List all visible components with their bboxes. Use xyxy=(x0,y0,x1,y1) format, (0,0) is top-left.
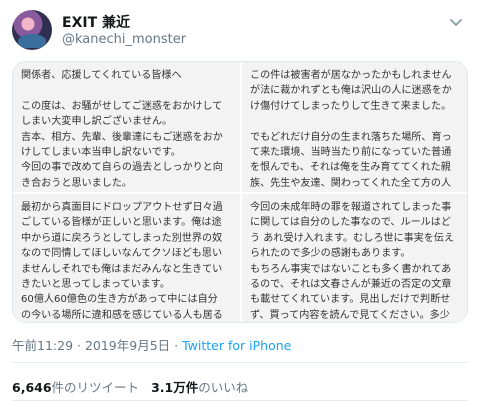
retweet-label: 件のリツイート xyxy=(51,380,140,395)
tweet-header: EXIT 兼近 @kanechi_monster xyxy=(0,0,480,60)
tweet-source-link[interactable]: Twitter for iPhone xyxy=(182,338,291,353)
image-panel-bottom-right[interactable]: 今回の未成年時の罪を報道されてしまった事 に関しては自分のした事なので、ルールは… xyxy=(242,194,467,322)
display-name[interactable]: EXIT 兼近 xyxy=(62,12,130,32)
meta-separator: · xyxy=(174,338,183,353)
tweet-image-grid[interactable]: 関係者、応援してくれている皆様へ この度は、お騒がせしてご迷惑をおかけして しま… xyxy=(12,61,468,323)
retweet-stat[interactable]: 6,646件のリツイート xyxy=(12,380,139,395)
divider xyxy=(12,362,468,363)
like-stat[interactable]: 3.1万件のいいね xyxy=(151,380,248,395)
like-count: 3.1万件 xyxy=(151,380,199,395)
retweet-count: 6,646 xyxy=(12,380,52,395)
image-panel-top-left[interactable]: 関係者、応援してくれている皆様へ この度は、お騒がせしてご迷惑をおかけして しま… xyxy=(13,62,240,192)
tweet-metadata: 午前11:29 · 2019年9月5日 · Twitter for iPhone xyxy=(12,335,291,354)
user-handle[interactable]: @kanechi_monster xyxy=(62,32,186,47)
divider xyxy=(12,400,468,401)
image-panel-bottom-left[interactable]: 最初から真面目にドロップアウトせず日々過 ごしている皆様が正しいと思います。俺は… xyxy=(13,194,240,322)
chevron-down-icon[interactable] xyxy=(448,14,464,30)
image-divider-horizontal xyxy=(13,192,467,194)
tweet-timestamp[interactable]: 午前11:29 · 2019年9月5日 xyxy=(12,338,170,353)
avatar[interactable] xyxy=(12,10,52,50)
like-label: のいいね xyxy=(198,380,249,395)
image-panel-top-right[interactable]: この件は被害者が居なかったかもしれません が法に裁かれずとも俺は沢山の人に迷惑を… xyxy=(242,62,467,192)
tweet-stats: 6,646件のリツイート 3.1万件のいいね xyxy=(12,377,248,396)
